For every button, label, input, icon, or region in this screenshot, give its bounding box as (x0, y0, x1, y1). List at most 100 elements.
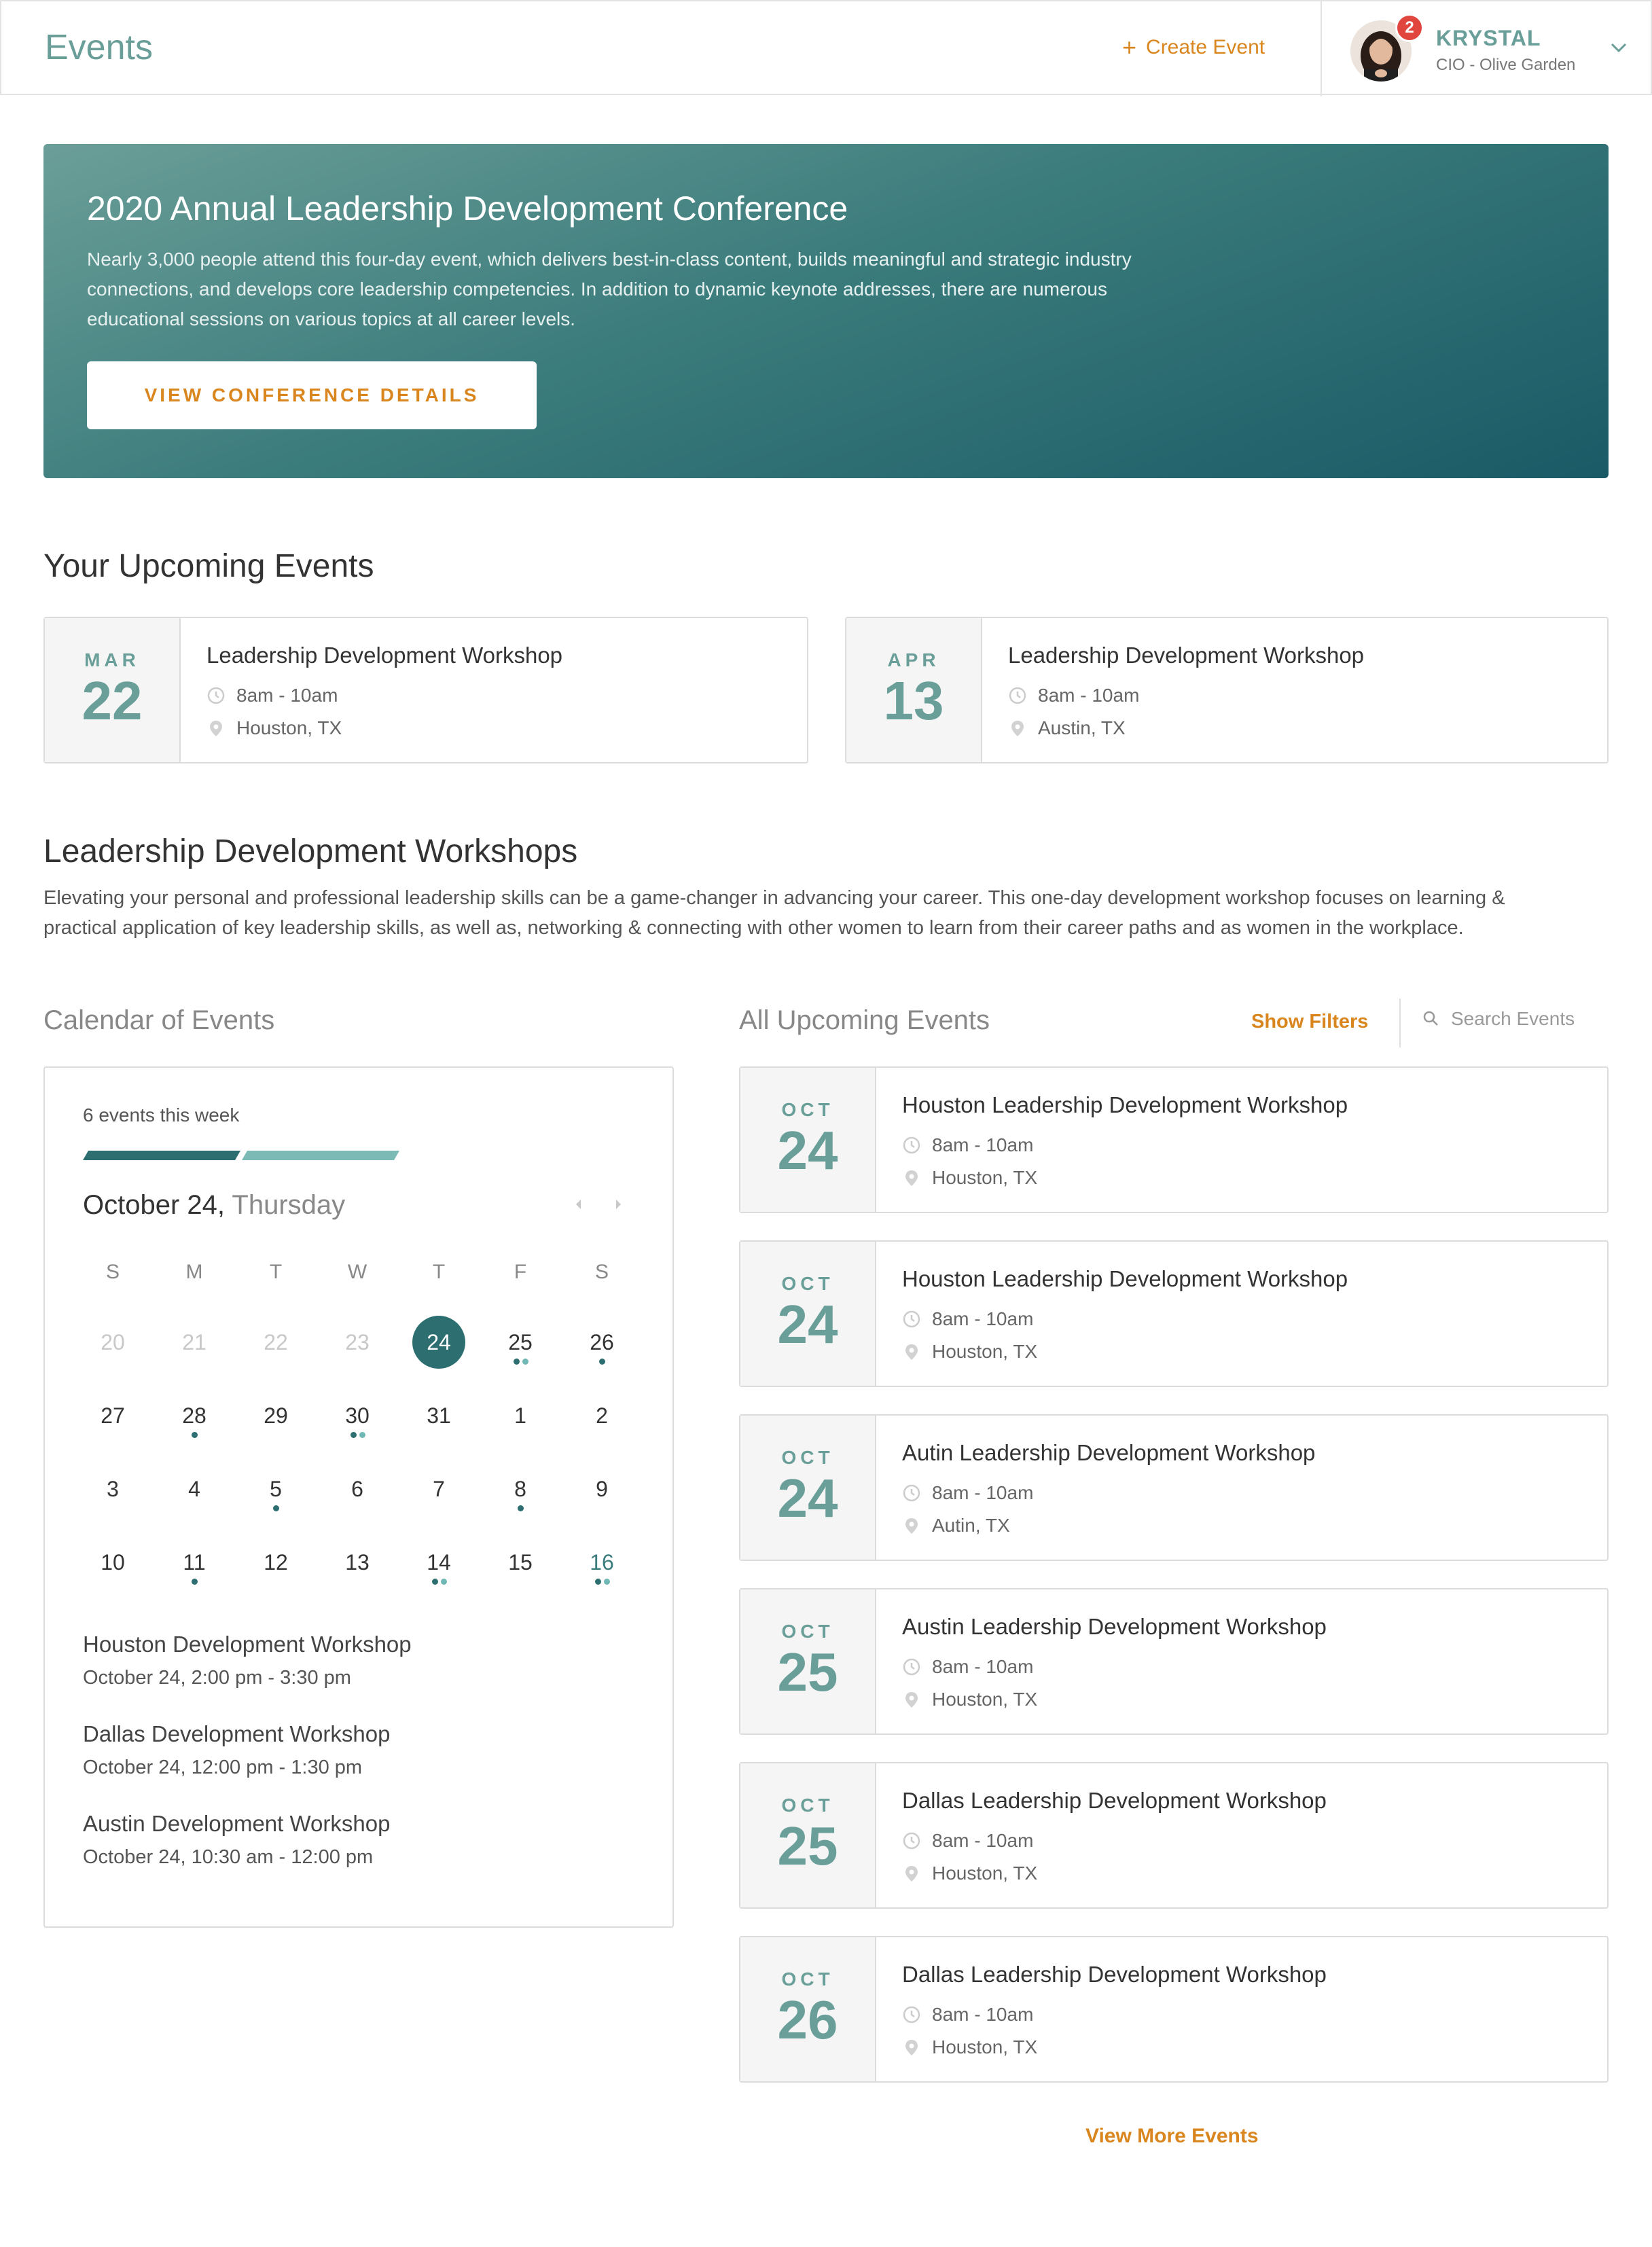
event-list-item[interactable]: OCT 25 Austin Leadership Development Wor… (739, 1588, 1609, 1735)
upcoming-events-heading: Your Upcoming Events (43, 548, 374, 584)
calendar-day[interactable]: 20 (82, 1312, 143, 1373)
event-month: OCT (781, 1099, 834, 1120)
week-event-count: 6 events this week (83, 1104, 240, 1126)
workshops-description: Elevating your personal and professional… (43, 887, 1505, 939)
location-pin-icon (905, 1866, 918, 1882)
event-day: 24 (777, 1294, 838, 1354)
event-time: 8am - 10am (932, 1134, 1034, 1155)
event-location: Houston, TX (932, 1863, 1038, 1884)
location-pin-icon (905, 1170, 918, 1186)
location-pin-icon (1011, 721, 1024, 736)
upcoming-event-card[interactable]: MAR 22 Leadership Development Workshop 8… (43, 617, 808, 763)
event-list-item[interactable]: OCT 25 Dallas Leadership Development Wor… (739, 1762, 1609, 1909)
conference-banner: 2020 Annual Leadership Development Confe… (43, 144, 1609, 478)
clock-icon (903, 2006, 920, 2024)
event-list-item[interactable]: OCT 24 Autin Leadership Development Work… (739, 1414, 1609, 1561)
calendar-day[interactable]: 27 (82, 1385, 143, 1446)
calendar-day-selected[interactable]: 24 (412, 1316, 465, 1369)
page-title: Events (45, 28, 153, 67)
location-pin-icon (905, 1344, 918, 1360)
weekday-header: W (347, 1261, 367, 1283)
event-location: Houston, TX (932, 1341, 1038, 1362)
chevron-left-icon[interactable] (571, 1194, 587, 1215)
conference-title: 2020 Annual Leadership Development Confe… (87, 190, 848, 228)
event-list-item[interactable]: OCT 24 Houston Leadership Development Wo… (739, 1240, 1609, 1387)
weekday-header: T (432, 1261, 446, 1283)
day-event-time: October 24, 12:00 pm - 1:30 pm (83, 1757, 363, 1778)
calendar-day[interactable]: 2 (571, 1385, 632, 1446)
event-date: MAR 22 (45, 618, 181, 762)
clock-icon (207, 687, 225, 704)
week-progress-bar (83, 1151, 399, 1160)
calendar-day[interactable]: 4 (164, 1458, 225, 1520)
event-location: Austin, TX (1038, 717, 1126, 738)
event-month: OCT (781, 1795, 834, 1816)
event-dots (192, 1432, 198, 1438)
calendar-day[interactable]: 12 (245, 1532, 306, 1593)
event-date: APR 13 (846, 618, 982, 762)
event-time: 8am - 10am (932, 1830, 1034, 1851)
calendar-day[interactable]: 9 (571, 1458, 632, 1520)
event-location: Houston, TX (932, 1167, 1038, 1188)
event-month: OCT (781, 1969, 834, 1990)
event-day: 22 (82, 670, 143, 731)
event-dots (518, 1505, 524, 1511)
location-pin-icon (905, 1692, 918, 1708)
day-event-title[interactable]: Austin Development Workshop (83, 1811, 390, 1837)
event-month: OCT (781, 1621, 834, 1642)
search-input[interactable]: Search Events (1422, 1008, 1575, 1030)
calendar-day[interactable]: 23 (327, 1312, 388, 1373)
weekday-header: M (185, 1261, 203, 1283)
event-title: Dallas Leadership Development Workshop (902, 1962, 1327, 1987)
upcoming-event-card[interactable]: APR 13 Leadership Development Workshop 8… (845, 617, 1609, 763)
calendar-day[interactable]: 13 (327, 1532, 388, 1593)
event-time: 8am - 10am (932, 1656, 1034, 1677)
show-filters-button[interactable]: Show Filters (1251, 1011, 1368, 1033)
chevron-right-icon[interactable] (610, 1194, 626, 1215)
day-event-time: October 24, 10:30 am - 12:00 pm (83, 1846, 374, 1868)
event-title: Autin Leadership Development Workshop (902, 1440, 1316, 1465)
view-more-events-link[interactable]: View More Events (1085, 2125, 1259, 2148)
calendar-day[interactable]: 15 (490, 1532, 551, 1593)
calendar-day[interactable]: 22 (245, 1312, 306, 1373)
event-location: Houston, TX (236, 717, 342, 738)
calendar-day[interactable]: 31 (408, 1385, 469, 1446)
weekday-header: S (594, 1261, 609, 1283)
calendar-day[interactable]: 21 (164, 1312, 225, 1373)
event-list-item[interactable]: OCT 26 Dallas Leadership Development Wor… (739, 1936, 1609, 2083)
calendar-day[interactable]: 7 (408, 1458, 469, 1520)
header-divider (1321, 1, 1322, 96)
view-conference-details-button[interactable]: VIEW CONFERENCE DETAILS (87, 361, 537, 429)
event-day: 24 (777, 1468, 838, 1528)
calendar-day[interactable]: 1 (490, 1385, 551, 1446)
event-month: OCT (781, 1273, 834, 1294)
day-event-title[interactable]: Houston Development Workshop (83, 1632, 412, 1657)
event-time: 8am - 10am (1038, 685, 1140, 706)
calendar-day[interactable]: 29 (245, 1385, 306, 1446)
selected-date: October 24, Thursday (83, 1190, 345, 1221)
clock-icon (903, 1484, 920, 1502)
event-location: Autin, TX (932, 1515, 1010, 1536)
calendar-day[interactable]: 3 (82, 1458, 143, 1520)
event-day: 26 (777, 1990, 838, 2050)
create-event-label: Create Event (1146, 36, 1265, 58)
calendar-day[interactable]: 6 (327, 1458, 388, 1520)
event-date: OCT 25 (740, 1763, 876, 1907)
plus-icon: + (1122, 33, 1137, 61)
event-list-item[interactable]: OCT 24 Houston Leadership Development Wo… (739, 1066, 1609, 1213)
calendar-day[interactable]: 10 (82, 1532, 143, 1593)
top-header: Events + Create Event 2 KRYSTAL CIO - Ol… (0, 0, 1652, 96)
event-title: Houston Leadership Development Workshop (902, 1266, 1348, 1291)
all-events-heading: All Upcoming Events (739, 1005, 990, 1035)
user-role: CIO - Olive Garden (1436, 56, 1576, 74)
create-event-button[interactable]: + Create Event (1122, 35, 1265, 60)
weekday-header: F (514, 1261, 527, 1283)
day-event-title[interactable]: Dallas Development Workshop (83, 1721, 390, 1747)
event-dots (595, 1579, 610, 1585)
user-name: KRYSTAL (1436, 26, 1541, 50)
search-icon (1423, 1011, 1438, 1026)
workshops-heading: Leadership Development Workshops (43, 833, 578, 869)
notification-badge[interactable]: 2 (1395, 14, 1424, 42)
chevron-down-icon[interactable] (1609, 39, 1629, 56)
event-time: 8am - 10am (236, 685, 338, 706)
